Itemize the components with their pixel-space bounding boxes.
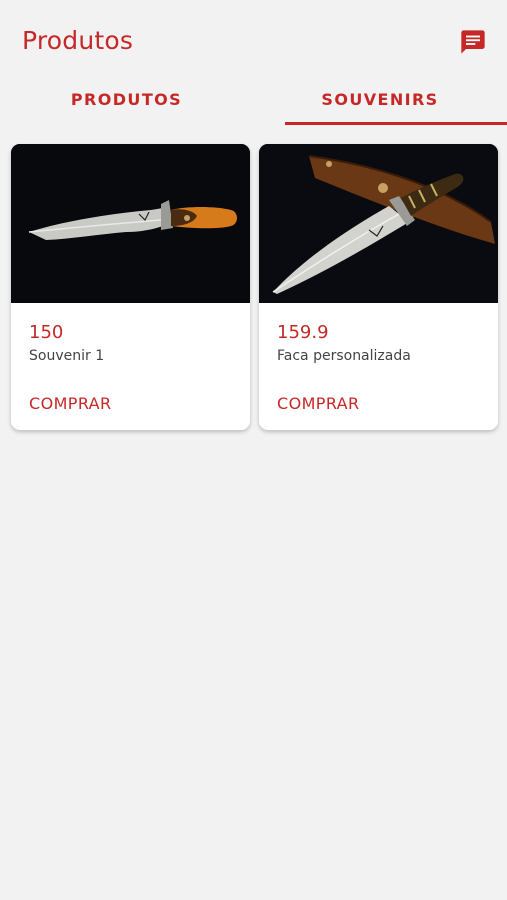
chat-icon (461, 30, 485, 54)
tab-produtos[interactable]: PRODUTOS (0, 80, 253, 126)
product-name: Faca personalizada (277, 348, 411, 364)
product-price: 150 (29, 322, 64, 343)
app-bar: Produtos (0, 0, 507, 80)
product-image-knife (259, 144, 498, 303)
buy-button[interactable]: COMPRAR (277, 394, 360, 413)
product-price: 159.9 (277, 322, 329, 343)
buy-button[interactable]: COMPRAR (29, 394, 112, 413)
selected-tab-indicator (285, 122, 507, 125)
tab-souvenirs[interactable]: SOUVENIRS (253, 80, 507, 126)
product-image-knife (11, 144, 250, 303)
page-title: Produtos (22, 26, 134, 55)
tab-bar: PRODUTOS SOUVENIRS (0, 80, 507, 126)
product-card[interactable]: 159.9 Faca personalizada COMPRAR (259, 144, 498, 430)
product-card[interactable]: 150 Souvenir 1 COMPRAR (11, 144, 250, 430)
chat-button[interactable] (459, 28, 487, 56)
product-name: Souvenir 1 (29, 348, 105, 364)
